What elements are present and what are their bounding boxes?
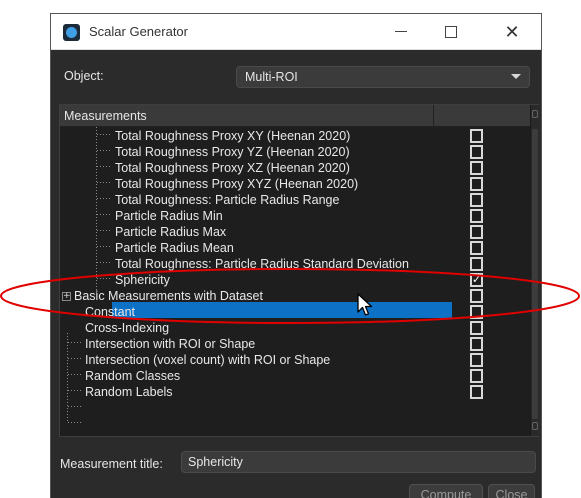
scalar-generator-window: Scalar Generator ✕ Object: Multi-ROI Mea… — [50, 13, 542, 498]
tree-item-label: Total Roughness Proxy XYZ (Heenan 2020) — [115, 177, 359, 191]
minimize-icon — [395, 31, 407, 33]
maximize-button[interactable] — [437, 20, 465, 44]
measurement-checkbox[interactable] — [470, 241, 483, 255]
measurement-checkbox[interactable] — [470, 337, 483, 351]
measurement-checkbox-checked[interactable] — [470, 272, 483, 288]
tree-item[interactable]: Intersection (voxel count) with ROI or S… — [60, 352, 530, 368]
scroll-down-button[interactable] — [532, 422, 538, 430]
tree-item-label: Cross-Indexing — [85, 321, 170, 335]
tree-item-label: Total Roughness Proxy YZ (Heenan 2020) — [115, 145, 350, 159]
tree-item[interactable]: Particle Radius Min — [60, 208, 530, 224]
tree-item-label: Total Roughness: Particle Radius Standar… — [115, 257, 409, 271]
tree-item-label: Random Classes — [85, 369, 181, 383]
column-divider — [433, 105, 434, 127]
tree-item[interactable]: Random Classes — [60, 368, 530, 384]
scroll-up-button[interactable] — [532, 110, 538, 118]
minimize-button[interactable] — [387, 20, 415, 44]
compute-button[interactable]: Compute — [409, 484, 483, 498]
measurement-checkbox[interactable] — [470, 129, 483, 143]
measurement-title-input[interactable]: Sphericity — [181, 451, 536, 473]
object-select-value: Multi-ROI — [245, 70, 298, 84]
tree-item-label: Particle Radius Max — [115, 225, 227, 239]
measurement-checkbox[interactable] — [470, 385, 483, 399]
measurement-checkbox[interactable] — [470, 289, 483, 303]
close-window-button[interactable]: ✕ — [498, 20, 526, 44]
mouse-cursor-icon — [357, 293, 373, 316]
measurement-checkbox[interactable] — [470, 305, 483, 319]
measurements-tree[interactable]: Measurements Total Roughness Proxy XY (H… — [59, 104, 539, 437]
maximize-icon — [445, 25, 457, 38]
title-bar[interactable]: Scalar Generator ✕ — [51, 14, 541, 50]
chevron-down-icon — [511, 74, 521, 79]
tree-item[interactable]: Intersection with ROI or Shape — [60, 336, 530, 352]
tree-item[interactable]: Particle Radius Max — [60, 224, 530, 240]
scroll-thumb[interactable] — [532, 129, 538, 419]
tree-item-selected[interactable]: Sphericity — [60, 272, 530, 288]
tree-item-label: Total Roughness: Particle Radius Range — [115, 193, 340, 207]
tree-item-label: Random Labels — [85, 385, 173, 399]
measurement-checkbox[interactable] — [470, 209, 483, 223]
measurement-checkbox[interactable] — [470, 177, 483, 191]
tree-item[interactable]: Total Roughness: Particle Radius Range — [60, 192, 530, 208]
tree-item[interactable]: Total Roughness Proxy XZ (Heenan 2020) — [60, 160, 530, 176]
tree-item[interactable]: Particle Radius Mean — [60, 240, 530, 256]
tree-item-label: Constant — [85, 305, 136, 319]
measurement-checkbox[interactable] — [470, 161, 483, 175]
app-icon — [63, 24, 80, 41]
measurement-checkbox[interactable] — [470, 257, 483, 271]
measurement-checkbox[interactable] — [470, 145, 483, 159]
vertical-scrollbar[interactable] — [530, 105, 539, 436]
tree-item[interactable]: Total Roughness: Particle Radius Standar… — [60, 256, 530, 272]
object-label: Object: — [64, 69, 104, 83]
tree-item-label: Total Roughness Proxy XY (Heenan 2020) — [115, 129, 351, 143]
tree-item[interactable]: Total Roughness Proxy XYZ (Heenan 2020) — [60, 176, 530, 192]
tree-item-label: Basic Measurements with Dataset — [74, 289, 263, 303]
measurement-checkbox[interactable] — [470, 353, 483, 367]
tree-item-label: Particle Radius Min — [115, 209, 223, 223]
close-button[interactable]: Close — [488, 484, 535, 498]
tree-item-label: Intersection with ROI or Shape — [85, 337, 256, 351]
object-select[interactable]: Multi-ROI — [236, 66, 530, 88]
tree-item-label: Particle Radius Mean — [115, 241, 234, 255]
tree-item-label: Sphericity — [115, 273, 170, 287]
tree-item[interactable]: Total Roughness Proxy XY (Heenan 2020) — [60, 128, 530, 144]
tree-item[interactable]: Cross-Indexing — [60, 320, 530, 336]
tree-item[interactable]: Total Roughness Proxy YZ (Heenan 2020) — [60, 144, 530, 160]
tree-item[interactable]: Random Labels — [60, 384, 530, 400]
window-title: Scalar Generator — [89, 24, 188, 39]
measurement-checkbox[interactable] — [470, 369, 483, 383]
measurement-checkbox[interactable] — [470, 321, 483, 335]
tree-header: Measurements — [60, 105, 530, 127]
tree-item-label: Intersection (voxel count) with ROI or S… — [85, 353, 331, 367]
expand-icon[interactable]: + — [62, 292, 71, 301]
tree-item-label: Total Roughness Proxy XZ (Heenan 2020) — [115, 161, 350, 175]
tree-item[interactable]: Constant — [60, 304, 530, 320]
tree-item[interactable]: + Basic Measurements with Dataset — [60, 288, 530, 304]
measurement-checkbox[interactable] — [470, 193, 483, 207]
close-icon: ✕ — [504, 22, 520, 42]
measurements-column-header[interactable]: Measurements — [64, 109, 147, 123]
measurement-checkbox[interactable] — [470, 225, 483, 239]
measurement-title-label: Measurement title: — [60, 457, 163, 471]
